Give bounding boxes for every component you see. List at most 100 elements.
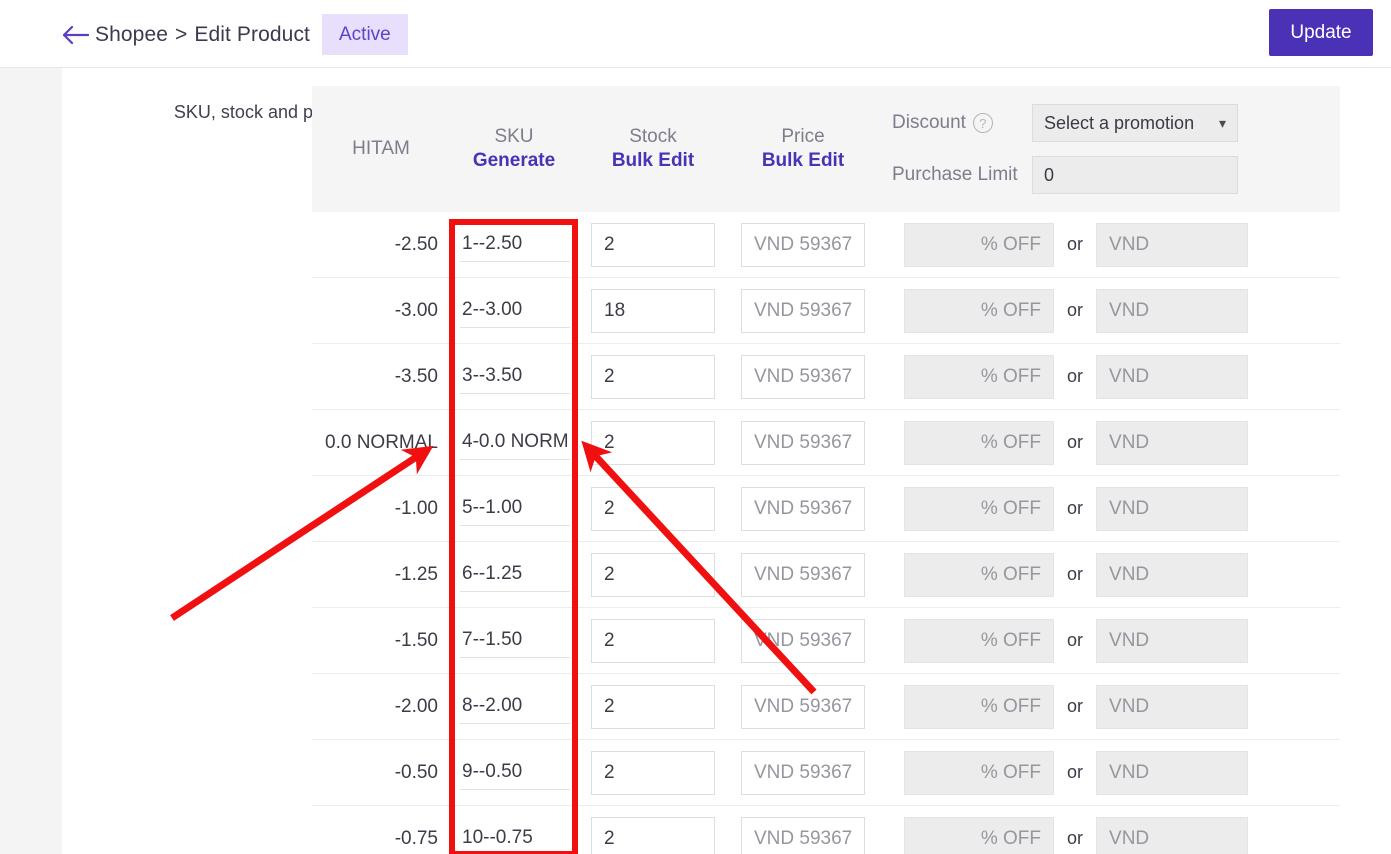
variation-name-cell: -2.50 [394, 233, 438, 255]
sku-cell [450, 821, 578, 854]
stock-cell [578, 486, 728, 531]
discount-cell: or [878, 354, 1340, 399]
discount-cell: or [878, 486, 1340, 531]
table-row: -1.50 or [312, 608, 1340, 674]
stock-cell [578, 684, 728, 729]
vnd-discount-input[interactable] [1096, 420, 1249, 465]
percent-off-input[interactable] [904, 552, 1054, 597]
table-header-row: HITAM SKU Generate Stock Bulk Edit Price… [312, 86, 1340, 212]
price-cell [728, 222, 878, 267]
discount-header-row: Discount ? Select a promotion ▾ [892, 104, 1340, 142]
column-header-sku: SKU Generate [450, 86, 578, 212]
sku-input[interactable] [460, 557, 570, 592]
vnd-discount-input[interactable] [1096, 288, 1249, 333]
price-input[interactable] [741, 816, 865, 854]
vnd-discount-input[interactable] [1096, 354, 1249, 399]
stock-input[interactable] [591, 420, 715, 465]
status-badge[interactable]: Active [322, 14, 408, 55]
percent-off-input[interactable] [904, 222, 1054, 267]
sku-input[interactable] [460, 689, 570, 724]
vnd-discount-input[interactable] [1096, 222, 1249, 267]
stock-input[interactable] [591, 552, 715, 597]
price-input[interactable] [741, 222, 865, 267]
stock-cell [578, 750, 728, 795]
purchase-limit-input[interactable] [1032, 156, 1238, 194]
sku-input[interactable] [460, 755, 570, 790]
stock-cell [578, 420, 728, 465]
price-input[interactable] [741, 750, 865, 795]
stock-input[interactable] [591, 816, 715, 854]
stock-input[interactable] [591, 618, 715, 663]
price-input[interactable] [741, 552, 865, 597]
sku-cell [450, 425, 578, 460]
breadcrumb-root[interactable]: Shopee [95, 23, 168, 47]
vnd-discount-input[interactable] [1096, 816, 1249, 854]
sku-cell [450, 359, 578, 394]
price-input[interactable] [741, 354, 865, 399]
percent-off-input[interactable] [904, 816, 1054, 854]
vnd-discount-input[interactable] [1096, 750, 1249, 795]
price-input[interactable] [741, 486, 865, 531]
percent-off-input[interactable] [904, 354, 1054, 399]
content-panel: SKU, stock and price HITAM SKU Generate … [62, 68, 1391, 854]
variation-name-cell: -0.75 [394, 827, 438, 849]
price-bulk-edit-link[interactable]: Bulk Edit [762, 150, 844, 172]
variation-name-cell: -1.25 [394, 563, 438, 585]
stock-input[interactable] [591, 222, 715, 267]
sku-input[interactable] [460, 821, 570, 854]
sku-input[interactable] [460, 425, 570, 460]
sku-input[interactable] [460, 293, 570, 328]
price-input[interactable] [741, 420, 865, 465]
percent-off-input[interactable] [904, 486, 1054, 531]
sku-input[interactable] [460, 227, 570, 262]
vnd-discount-input[interactable] [1096, 618, 1249, 663]
sku-generate-link[interactable]: Generate [473, 150, 555, 172]
or-label: or [1067, 432, 1084, 452]
column-header-variation: HITAM [312, 86, 450, 212]
vnd-discount-input[interactable] [1096, 486, 1249, 531]
price-input[interactable] [741, 684, 865, 729]
purchase-limit-label: Purchase Limit [892, 164, 1018, 185]
stock-input[interactable] [591, 354, 715, 399]
or-label: or [1067, 762, 1084, 782]
discount-cell: or [878, 552, 1340, 597]
stock-input[interactable] [591, 486, 715, 531]
discount-cell: or [878, 816, 1340, 854]
percent-off-input[interactable] [904, 420, 1054, 465]
back-arrow-icon[interactable] [60, 20, 90, 50]
top-bar: Shopee > Edit Product Active Update [0, 0, 1391, 68]
breadcrumb: Shopee > Edit Product [95, 20, 310, 50]
chevron-down-icon: ▾ [1218, 115, 1226, 131]
question-mark-circle-icon[interactable]: ? [972, 113, 993, 133]
stock-input[interactable] [591, 288, 715, 333]
variation-name-cell: -2.00 [394, 695, 438, 717]
table-row: -2.50 or [312, 212, 1340, 278]
percent-off-input[interactable] [904, 750, 1054, 795]
sku-input[interactable] [460, 491, 570, 526]
section-label: SKU, stock and price [173, 102, 342, 122]
variation-header-label: HITAM [352, 138, 410, 159]
table-row: -3.50 or [312, 344, 1340, 410]
price-cell [728, 684, 878, 729]
vnd-discount-input[interactable] [1096, 552, 1249, 597]
price-input[interactable] [741, 618, 865, 663]
percent-off-input[interactable] [904, 684, 1054, 729]
breadcrumb-separator: > [175, 23, 188, 46]
percent-off-input[interactable] [904, 288, 1054, 333]
or-label: or [1067, 300, 1084, 320]
or-label: or [1067, 828, 1084, 848]
sku-input[interactable] [460, 359, 570, 394]
or-label: or [1067, 630, 1084, 650]
table-row: -0.75 or [312, 806, 1340, 854]
promotion-select[interactable]: Select a promotion ▾ [1032, 104, 1238, 142]
update-button[interactable]: Update [1269, 9, 1373, 56]
stock-bulk-edit-link[interactable]: Bulk Edit [612, 150, 694, 172]
vnd-discount-input[interactable] [1096, 684, 1249, 729]
price-input[interactable] [741, 288, 865, 333]
sku-input[interactable] [460, 623, 570, 658]
percent-off-input[interactable] [904, 618, 1054, 663]
or-label: or [1067, 696, 1084, 716]
stock-input[interactable] [591, 684, 715, 729]
stock-input[interactable] [591, 750, 715, 795]
discount-cell: or [878, 618, 1340, 663]
